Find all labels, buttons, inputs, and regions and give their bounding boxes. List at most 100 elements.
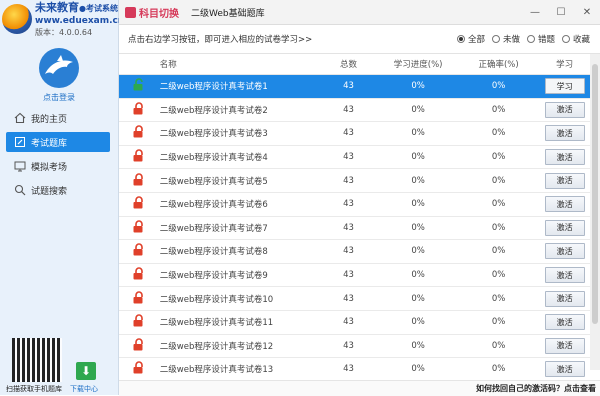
paper-total: 43 — [343, 222, 354, 233]
paper-name: 二级web程序设计真考试卷8 — [159, 247, 268, 258]
paper-name: 二级web程序设计真考试卷7 — [159, 223, 268, 234]
scrollbar-thumb[interactable] — [592, 64, 598, 324]
qr-code — [12, 338, 62, 382]
paper-progress: 0% — [411, 364, 425, 375]
lock-icon — [132, 196, 144, 212]
table-row[interactable]: 二级web程序设计真考试卷8 43 0% 0% 激活 — [119, 240, 590, 264]
filter-undone[interactable]: 未做 — [491, 33, 520, 45]
paper-name: 二级web程序设计真考试卷10 — [159, 294, 274, 305]
title-bar: 科目切换 二级Web基础题库 — ☐ ✕ — [119, 0, 600, 25]
table-row[interactable]: 二级web程序设计真考试卷7 43 0% 0% 激活 — [119, 217, 590, 241]
paper-accuracy: 0% — [491, 81, 506, 92]
minimize-icon[interactable]: — — [522, 0, 548, 24]
paper-progress: 0% — [411, 104, 425, 115]
activate-button[interactable]: 激活 — [544, 314, 585, 331]
maximize-icon[interactable]: ☐ — [548, 0, 574, 24]
activate-button[interactable]: 激活 — [544, 172, 585, 189]
paper-progress: 0% — [411, 270, 425, 281]
table-body: 二级web程序设计真考试卷1 43 0% 0% 学习 二级web程序设计真考试卷2 43 0%… — [119, 75, 590, 382]
paper-accuracy: 0% — [491, 222, 506, 233]
filter-label: 错题 — [537, 35, 555, 45]
paper-progress: 0% — [411, 199, 425, 210]
radio-button[interactable] — [491, 35, 500, 43]
sidebar-nav: 我的主页 考试题库 模拟考场 试题搜索 — [6, 108, 110, 204]
sidebar-item-home[interactable]: 我的主页 — [6, 108, 110, 128]
activate-button[interactable]: 激活 — [544, 337, 585, 354]
table-row[interactable]: 二级web程序设计真考试卷12 43 0% 0% 激活 — [119, 335, 590, 359]
table-row[interactable]: 二级web程序设计真考试卷9 43 0% 0% 激活 — [119, 264, 590, 288]
close-icon[interactable]: ✕ — [574, 0, 600, 24]
activate-button[interactable]: 激活 — [544, 361, 585, 378]
paper-name: 二级web程序设计真考试卷9 — [159, 271, 268, 282]
paper-accuracy: 0% — [491, 152, 506, 163]
activate-button[interactable]: 激活 — [544, 101, 585, 118]
filter-favorite[interactable]: 收藏 — [561, 33, 590, 45]
lock-icon — [132, 314, 144, 330]
activate-button[interactable]: 激活 — [544, 267, 585, 284]
study-button[interactable]: 学习 — [544, 78, 585, 95]
activate-button[interactable]: 激活 — [544, 149, 585, 166]
column-total: 总数 — [340, 60, 358, 70]
table-row[interactable]: 二级web程序设计真考试卷13 43 0% 0% 激活 — [119, 358, 590, 382]
paper-accuracy: 0% — [491, 104, 506, 115]
table-row[interactable]: 二级web程序设计真考试卷4 43 0% 0% 激活 — [119, 146, 590, 170]
table-row[interactable]: 二级web程序设计真考试卷1 43 0% 0% 学习 — [119, 75, 590, 99]
filter-all[interactable]: 全部 — [456, 33, 485, 45]
table-row[interactable]: 二级web程序设计真考试卷5 43 0% 0% 激活 — [119, 169, 590, 193]
paper-total: 43 — [343, 128, 354, 139]
table-row[interactable]: 二级web程序设计真考试卷6 43 0% 0% 激活 — [119, 193, 590, 217]
lock-icon — [132, 172, 144, 189]
paper-accuracy: 0% — [491, 340, 506, 351]
lock-icon — [132, 125, 144, 141]
scrollbar[interactable] — [590, 54, 600, 370]
paper-accuracy: 0% — [491, 364, 506, 375]
filter-wrong[interactable]: 错题 — [526, 33, 555, 45]
brand-logo-icon — [2, 4, 32, 34]
paper-name: 二级web程序设计真考试卷5 — [159, 176, 268, 187]
lock-icon — [132, 338, 144, 354]
paper-total: 43 — [343, 246, 354, 257]
activate-button[interactable]: 激活 — [544, 219, 585, 236]
lock-icon — [132, 243, 144, 259]
paper-accuracy: 0% — [491, 246, 506, 257]
subject-switch-icon[interactable] — [125, 6, 136, 18]
sidebar-item-exam-bank[interactable]: 考试题库 — [6, 132, 110, 152]
table-row[interactable]: 二级web程序设计真考试卷2 43 0% 0% 激活 — [119, 99, 590, 123]
table-row[interactable]: 二级web程序设计真考试卷10 43 0% 0% 激活 — [119, 287, 590, 311]
paper-progress: 0% — [411, 222, 425, 233]
radio-button[interactable] — [526, 35, 535, 43]
download-icon[interactable]: ⬇ — [76, 362, 96, 380]
activate-button[interactable]: 激活 — [544, 196, 585, 213]
table-row[interactable]: 二级web程序设计真考试卷11 43 0% 0% 激活 — [119, 311, 590, 335]
search-icon — [14, 184, 26, 196]
subject-switch-button[interactable]: 科目切换 — [139, 5, 179, 20]
column-study: 学习 — [556, 60, 574, 70]
sidebar-item-search[interactable]: 试题搜索 — [6, 180, 110, 200]
login-link[interactable]: 点击登录 — [0, 92, 118, 103]
qr-caption: 扫描获取手机题库 — [6, 385, 62, 393]
download-center-link[interactable]: 下载中心 — [70, 384, 98, 394]
table-row[interactable]: 二级web程序设计真考试卷3 43 0% 0% 激活 — [119, 122, 590, 146]
paper-progress: 0% — [411, 128, 425, 139]
paper-accuracy: 0% — [491, 317, 506, 328]
sidebar-item-mock-exam[interactable]: 模拟考场 — [6, 156, 110, 176]
column-progress: 学习进度(%) — [393, 60, 443, 70]
activate-button[interactable]: 激活 — [544, 290, 585, 307]
brand-system: ●考试系统 — [79, 4, 118, 13]
activate-button[interactable]: 激活 — [544, 243, 585, 260]
paper-progress: 0% — [411, 152, 425, 163]
paper-name: 二级web程序设计真考试卷4 — [159, 153, 268, 164]
avatar[interactable] — [39, 48, 79, 88]
radio-button[interactable] — [561, 35, 570, 43]
footer: 如何找回自己的激活码？点击查看 — [119, 380, 600, 396]
paper-progress: 0% — [411, 246, 425, 257]
monitor-icon — [14, 160, 26, 172]
paper-total: 43 — [343, 340, 354, 351]
recover-code-link[interactable]: 如何找回自己的激活码？点击查看 — [476, 383, 596, 394]
lock-icon — [132, 149, 144, 165]
radio-button[interactable] — [456, 35, 465, 43]
lock-icon — [132, 361, 144, 377]
brand-url: www.eduexam.cn — [35, 16, 125, 26]
paper-progress: 0% — [411, 293, 425, 304]
activate-button[interactable]: 激活 — [544, 125, 585, 142]
